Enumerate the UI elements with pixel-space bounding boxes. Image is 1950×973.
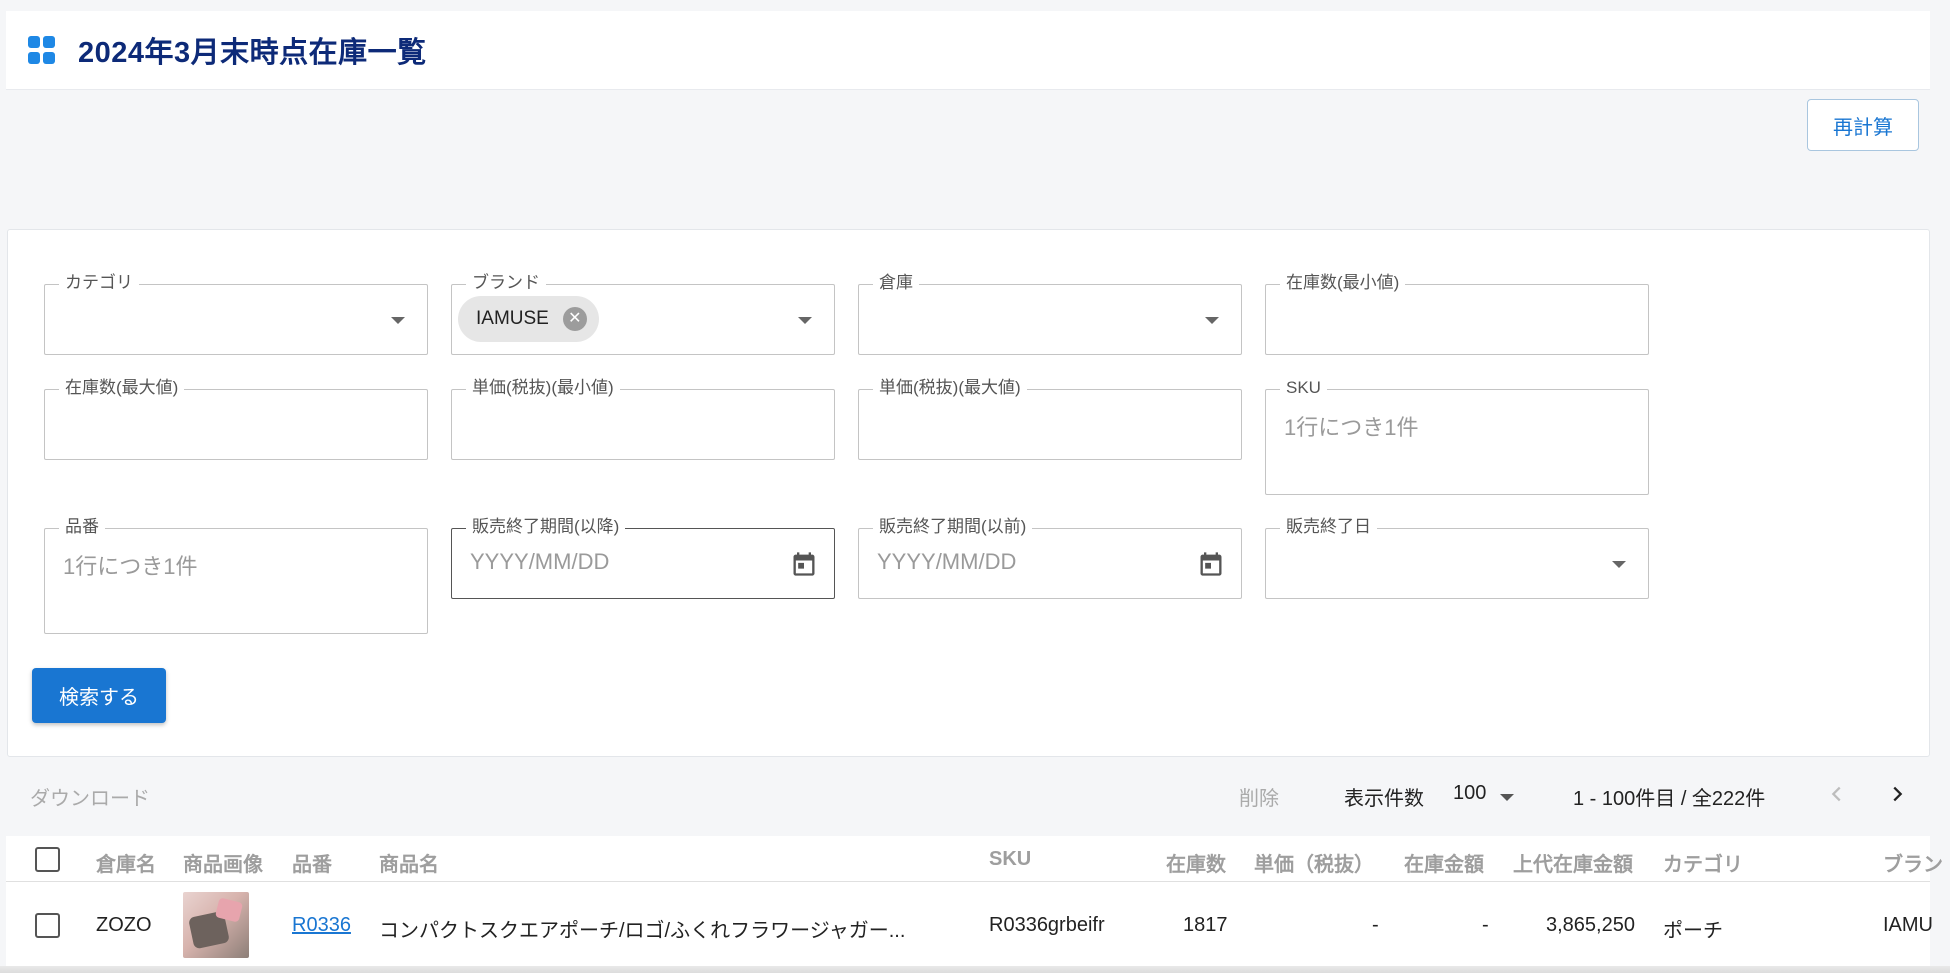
per-page-label: 表示件数 bbox=[1344, 788, 1424, 810]
chevron-down-icon bbox=[1205, 316, 1219, 324]
brand-chip-label: IAMUSE bbox=[476, 308, 549, 329]
column-header[interactable]: 商品画像 bbox=[183, 848, 263, 877]
column-header[interactable]: SKU bbox=[989, 848, 1031, 871]
end-to-label: 販売終了期間(以前) bbox=[873, 514, 1033, 540]
end-date-label: 販売終了日 bbox=[1280, 514, 1377, 540]
column-header[interactable]: 単価（税抜） bbox=[1254, 848, 1374, 877]
cell-sku: R0336grbeifr bbox=[989, 914, 1105, 936]
calendar-icon[interactable] bbox=[790, 548, 818, 580]
column-header[interactable]: ブラン bbox=[1883, 848, 1943, 877]
end-from-date-input[interactable]: 販売終了期間(以降) YYYY/MM/DD bbox=[451, 514, 835, 599]
brand-label: ブランド bbox=[466, 270, 546, 296]
brand-select[interactable]: ブランド IAMUSE ✕ bbox=[451, 270, 835, 355]
cell-brand: IAMU bbox=[1883, 914, 1933, 936]
column-header[interactable]: 品番 bbox=[292, 848, 332, 877]
cell-retail-amount: 3,865,250 bbox=[1546, 914, 1635, 936]
download-button[interactable]: ダウンロード bbox=[30, 782, 150, 811]
per-page-select[interactable]: 100 bbox=[1453, 782, 1486, 805]
column-header[interactable]: 商品名 bbox=[379, 848, 439, 877]
stock-max-label: 在庫数(最大値) bbox=[59, 375, 185, 401]
end-date-select[interactable]: 販売終了日 bbox=[1265, 514, 1649, 599]
end-from-label: 販売終了期間(以降) bbox=[466, 514, 626, 540]
warehouse-label: 倉庫 bbox=[873, 270, 919, 296]
cell-item-no-link[interactable]: R0336 bbox=[292, 914, 351, 937]
stock-min-input[interactable]: 在庫数(最小値) bbox=[1265, 270, 1649, 355]
filter-panel: カテゴリ ブランド IAMUSE ✕ 倉庫 在庫数(最小値) 在庫数(最大値) … bbox=[7, 229, 1930, 757]
row-checkbox[interactable] bbox=[35, 913, 60, 938]
category-select[interactable]: カテゴリ bbox=[44, 270, 428, 355]
warehouse-select[interactable]: 倉庫 bbox=[858, 270, 1242, 355]
column-header[interactable]: 在庫数 bbox=[1166, 848, 1226, 877]
search-button[interactable]: 検索する bbox=[32, 668, 166, 723]
close-icon[interactable]: ✕ bbox=[562, 307, 587, 331]
grid-icon bbox=[28, 36, 56, 64]
stock-max-input[interactable]: 在庫数(最大値) bbox=[44, 375, 428, 460]
stock-min-label: 在庫数(最小値) bbox=[1280, 270, 1406, 296]
column-header[interactable]: 在庫金額 bbox=[1404, 848, 1484, 877]
recalculate-button[interactable]: 再計算 bbox=[1807, 99, 1919, 151]
chevron-down-icon bbox=[1612, 560, 1626, 568]
sku-placeholder: 1行につき1件 bbox=[1284, 415, 1419, 440]
table-row[interactable]: ZOZO R0336 コンパクトスクエアポーチ/ロゴ/ふくれフラワージャガー..… bbox=[6, 882, 1933, 972]
end-to-date-input[interactable]: 販売終了期間(以前) YYYY/MM/DD bbox=[858, 514, 1242, 599]
price-min-label: 単価(税抜)(最小値) bbox=[466, 375, 620, 401]
chevron-down-icon[interactable] bbox=[1500, 794, 1514, 801]
price-min-input[interactable]: 単価(税抜)(最小値) bbox=[451, 375, 835, 460]
end-to-placeholder: YYYY/MM/DD bbox=[877, 549, 1017, 574]
page-title: 2024年3月末時点在庫一覧 bbox=[78, 37, 427, 69]
cell-stock-amount: - bbox=[1482, 914, 1489, 936]
cell-product-name: コンパクトスクエアポーチ/ロゴ/ふくれフラワージャガー... bbox=[379, 920, 906, 942]
sku-label: SKU bbox=[1280, 375, 1327, 401]
scroll-shadow bbox=[0, 966, 1950, 973]
chevron-right-icon[interactable] bbox=[1886, 783, 1908, 805]
cell-category: ポーチ bbox=[1663, 920, 1723, 942]
table-toolbar: ダウンロード 削除 表示件数 100 1 - 100件目 / 全222件 bbox=[0, 770, 1950, 820]
item-no-placeholder: 1行につき1件 bbox=[63, 554, 198, 579]
column-header[interactable]: カテゴリ bbox=[1663, 848, 1743, 877]
cell-stock: 1817 bbox=[1183, 914, 1228, 936]
select-all-checkbox[interactable] bbox=[35, 847, 60, 872]
delete-button[interactable]: 削除 bbox=[1239, 782, 1279, 811]
pagination-range: 1 - 100件目 / 全222件 bbox=[1573, 788, 1766, 810]
product-thumbnail bbox=[183, 892, 249, 958]
chevron-down-icon bbox=[798, 316, 812, 324]
brand-chip: IAMUSE ✕ bbox=[458, 296, 599, 342]
page-header: 2024年3月末時点在庫一覧 bbox=[6, 11, 1930, 90]
cell-warehouse: ZOZO bbox=[96, 914, 152, 936]
chevron-left-icon[interactable] bbox=[1826, 783, 1848, 805]
sku-textarea[interactable]: SKU 1行につき1件 bbox=[1265, 375, 1649, 495]
chevron-down-icon bbox=[391, 316, 405, 324]
calendar-icon[interactable] bbox=[1197, 548, 1225, 580]
column-header[interactable]: 倉庫名 bbox=[96, 848, 156, 877]
price-max-input[interactable]: 単価(税抜)(最大値) bbox=[858, 375, 1242, 460]
column-header[interactable]: 上代在庫金額 bbox=[1513, 848, 1633, 877]
inventory-table: 倉庫名 商品画像 品番 商品名 SKU 在庫数 単価（税抜） 在庫金額 上代在庫… bbox=[6, 836, 1943, 973]
end-from-placeholder: YYYY/MM/DD bbox=[470, 549, 610, 574]
item-no-textarea[interactable]: 品番 1行につき1件 bbox=[44, 514, 428, 634]
table-header: 倉庫名 商品画像 品番 商品名 SKU 在庫数 単価（税抜） 在庫金額 上代在庫… bbox=[6, 836, 1943, 882]
cell-unit-price: - bbox=[1372, 914, 1379, 936]
category-label: カテゴリ bbox=[59, 270, 139, 296]
item-no-label: 品番 bbox=[59, 514, 105, 540]
price-max-label: 単価(税抜)(最大値) bbox=[873, 375, 1027, 401]
